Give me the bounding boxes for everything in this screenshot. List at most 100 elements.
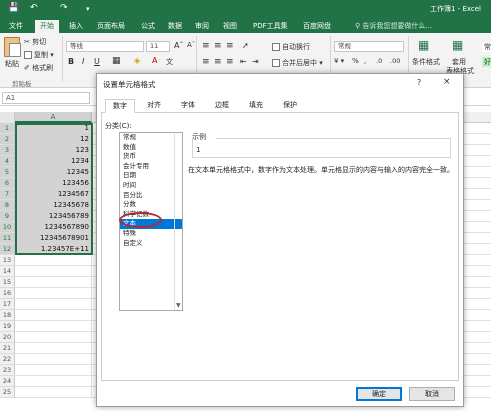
cell-a[interactable]: 1.23457E+11 <box>15 244 92 255</box>
align-center-icon[interactable]: ≡ <box>214 57 222 67</box>
conditional-format-button[interactable]: 条件格式 <box>412 57 440 67</box>
list-item[interactable]: 科学记数 <box>120 210 182 220</box>
paste-button[interactable]: 粘贴 <box>5 59 19 69</box>
list-item[interactable]: 分数 <box>120 200 182 210</box>
tab-alignment[interactable]: 对齐 <box>139 99 169 113</box>
close-button[interactable]: × <box>443 77 451 87</box>
row-header[interactable]: 3 <box>0 145 15 156</box>
list-item-selected[interactable]: 文本 <box>120 219 182 229</box>
fill-color-icon[interactable]: ◈ <box>134 56 140 65</box>
row-header[interactable]: 13 <box>0 255 15 266</box>
align-middle-icon[interactable]: ≡ <box>214 41 222 51</box>
number-format-select[interactable]: 常规 <box>334 41 404 52</box>
list-item[interactable]: 特殊 <box>120 229 182 239</box>
paste-icon[interactable] <box>4 37 21 57</box>
tab-protection[interactable]: 保护 <box>275 99 305 113</box>
chevron-down-icon[interactable]: ▼ <box>176 302 181 309</box>
row-header[interactable]: 22 <box>0 354 15 365</box>
cell-a[interactable] <box>15 255 92 266</box>
list-item[interactable]: 日期 <box>120 171 182 181</box>
row-header[interactable]: 12 <box>0 244 15 255</box>
row-header[interactable]: 4 <box>0 156 15 167</box>
cell-a[interactable]: 1 <box>15 123 92 134</box>
cell-a[interactable]: 123456789 <box>15 211 92 222</box>
cell-a[interactable]: 123 <box>15 145 92 156</box>
cut-button[interactable]: ✂ 剪切 <box>24 37 46 47</box>
orientation-icon[interactable]: ➚ <box>242 41 249 50</box>
cell-a[interactable]: 12345678 <box>15 200 92 211</box>
list-item[interactable]: 常规 <box>120 133 182 143</box>
percent-icon[interactable]: % <box>352 57 359 65</box>
row-header[interactable]: 18 <box>0 310 15 321</box>
row-header[interactable]: 16 <box>0 288 15 299</box>
redo-icon[interactable]: ↷ <box>60 3 68 13</box>
cell-a[interactable] <box>15 365 92 376</box>
row-header[interactable]: 23 <box>0 365 15 376</box>
increase-decimal-icon[interactable]: .0 <box>376 57 382 65</box>
tell-me-search[interactable]: ⚲ 告诉我您想要做什么... <box>355 20 432 32</box>
save-icon[interactable]: 💾 <box>8 3 19 13</box>
tab-view[interactable]: 视图 <box>218 20 242 33</box>
row-header[interactable]: 7 <box>0 189 15 200</box>
tab-number[interactable]: 数字 <box>105 99 135 113</box>
row-header[interactable]: 24 <box>0 376 15 387</box>
cell-a[interactable]: 12345 <box>15 167 92 178</box>
category-scrollbar[interactable]: ▼ <box>174 133 182 310</box>
font-size-select[interactable]: 11 <box>146 41 170 52</box>
phonetic-icon[interactable]: 文 <box>166 57 173 67</box>
tab-baidu-netdisk[interactable]: 百度网盘 <box>298 20 336 33</box>
bold-button[interactable]: B <box>68 57 74 66</box>
cell-a[interactable] <box>15 299 92 310</box>
underline-button[interactable]: U <box>94 57 100 66</box>
tab-border[interactable]: 边框 <box>207 99 237 113</box>
tab-page-layout[interactable]: 页面布局 <box>92 20 130 33</box>
row-header[interactable]: 2 <box>0 134 15 145</box>
cell-a[interactable]: 12345678901 <box>15 233 92 244</box>
tab-file[interactable]: 文件 <box>4 20 28 33</box>
cell-a[interactable] <box>15 343 92 354</box>
cell-a[interactable] <box>15 354 92 365</box>
list-item[interactable]: 百分比 <box>120 191 182 201</box>
cell-a[interactable] <box>15 387 92 398</box>
list-item[interactable]: 自定义 <box>120 239 182 249</box>
currency-icon[interactable]: ¥ ▾ <box>334 57 344 65</box>
wrap-text-button[interactable]: 自动换行 <box>272 42 310 52</box>
font-color-icon[interactable]: A <box>152 56 157 65</box>
select-all-corner[interactable] <box>0 112 15 123</box>
row-header[interactable]: 21 <box>0 343 15 354</box>
row-header[interactable]: 9 <box>0 211 15 222</box>
tab-formulas[interactable]: 公式 <box>136 20 160 33</box>
row-header[interactable]: 25 <box>0 387 15 398</box>
cell-a[interactable] <box>15 310 92 321</box>
customize-toolbar-icon[interactable]: ▾ <box>86 5 90 13</box>
font-grow-icon[interactable]: Aˆ <box>174 41 183 50</box>
font-name-select[interactable]: 等线 <box>66 41 144 52</box>
border-icon[interactable]: ▦ <box>112 56 121 66</box>
merge-center-button[interactable]: 合并后居中 ▾ <box>272 58 323 68</box>
tab-pdf-tools[interactable]: PDF工具集 <box>248 20 293 33</box>
tab-insert[interactable]: 插入 <box>64 20 88 33</box>
tab-review[interactable]: 审阅 <box>190 20 214 33</box>
align-left-icon[interactable]: ≡ <box>202 57 210 67</box>
cell-a[interactable]: 123456 <box>15 178 92 189</box>
category-list[interactable]: 常规 数值 货币 会计专用 日期 时间 百分比 分数 科学记数 文本 特殊 自定… <box>119 132 183 311</box>
cell-a[interactable] <box>15 376 92 387</box>
name-box[interactable]: A1 <box>2 92 90 104</box>
align-top-icon[interactable]: ≡ <box>202 41 210 51</box>
cell-a[interactable] <box>15 321 92 332</box>
comma-style-icon[interactable]: , <box>364 57 366 65</box>
row-header[interactable]: 11 <box>0 233 15 244</box>
cell-a[interactable]: 1234 <box>15 156 92 167</box>
row-header[interactable]: 14 <box>0 266 15 277</box>
list-item[interactable]: 会计专用 <box>120 162 182 172</box>
style-normal-cell[interactable]: 常 <box>482 42 491 52</box>
tab-font[interactable]: 字体 <box>173 99 203 113</box>
align-right-icon[interactable]: ≡ <box>226 57 234 67</box>
copy-button[interactable]: 复制 ▾ <box>24 50 54 60</box>
cell-a[interactable] <box>15 332 92 343</box>
list-item[interactable]: 货币 <box>120 152 182 162</box>
indent-icon[interactable]: ⇤ <box>240 57 247 66</box>
cell-a[interactable] <box>15 266 92 277</box>
outdent-icon[interactable]: ⇥ <box>252 57 259 66</box>
cancel-button[interactable]: 取消 <box>409 387 455 401</box>
